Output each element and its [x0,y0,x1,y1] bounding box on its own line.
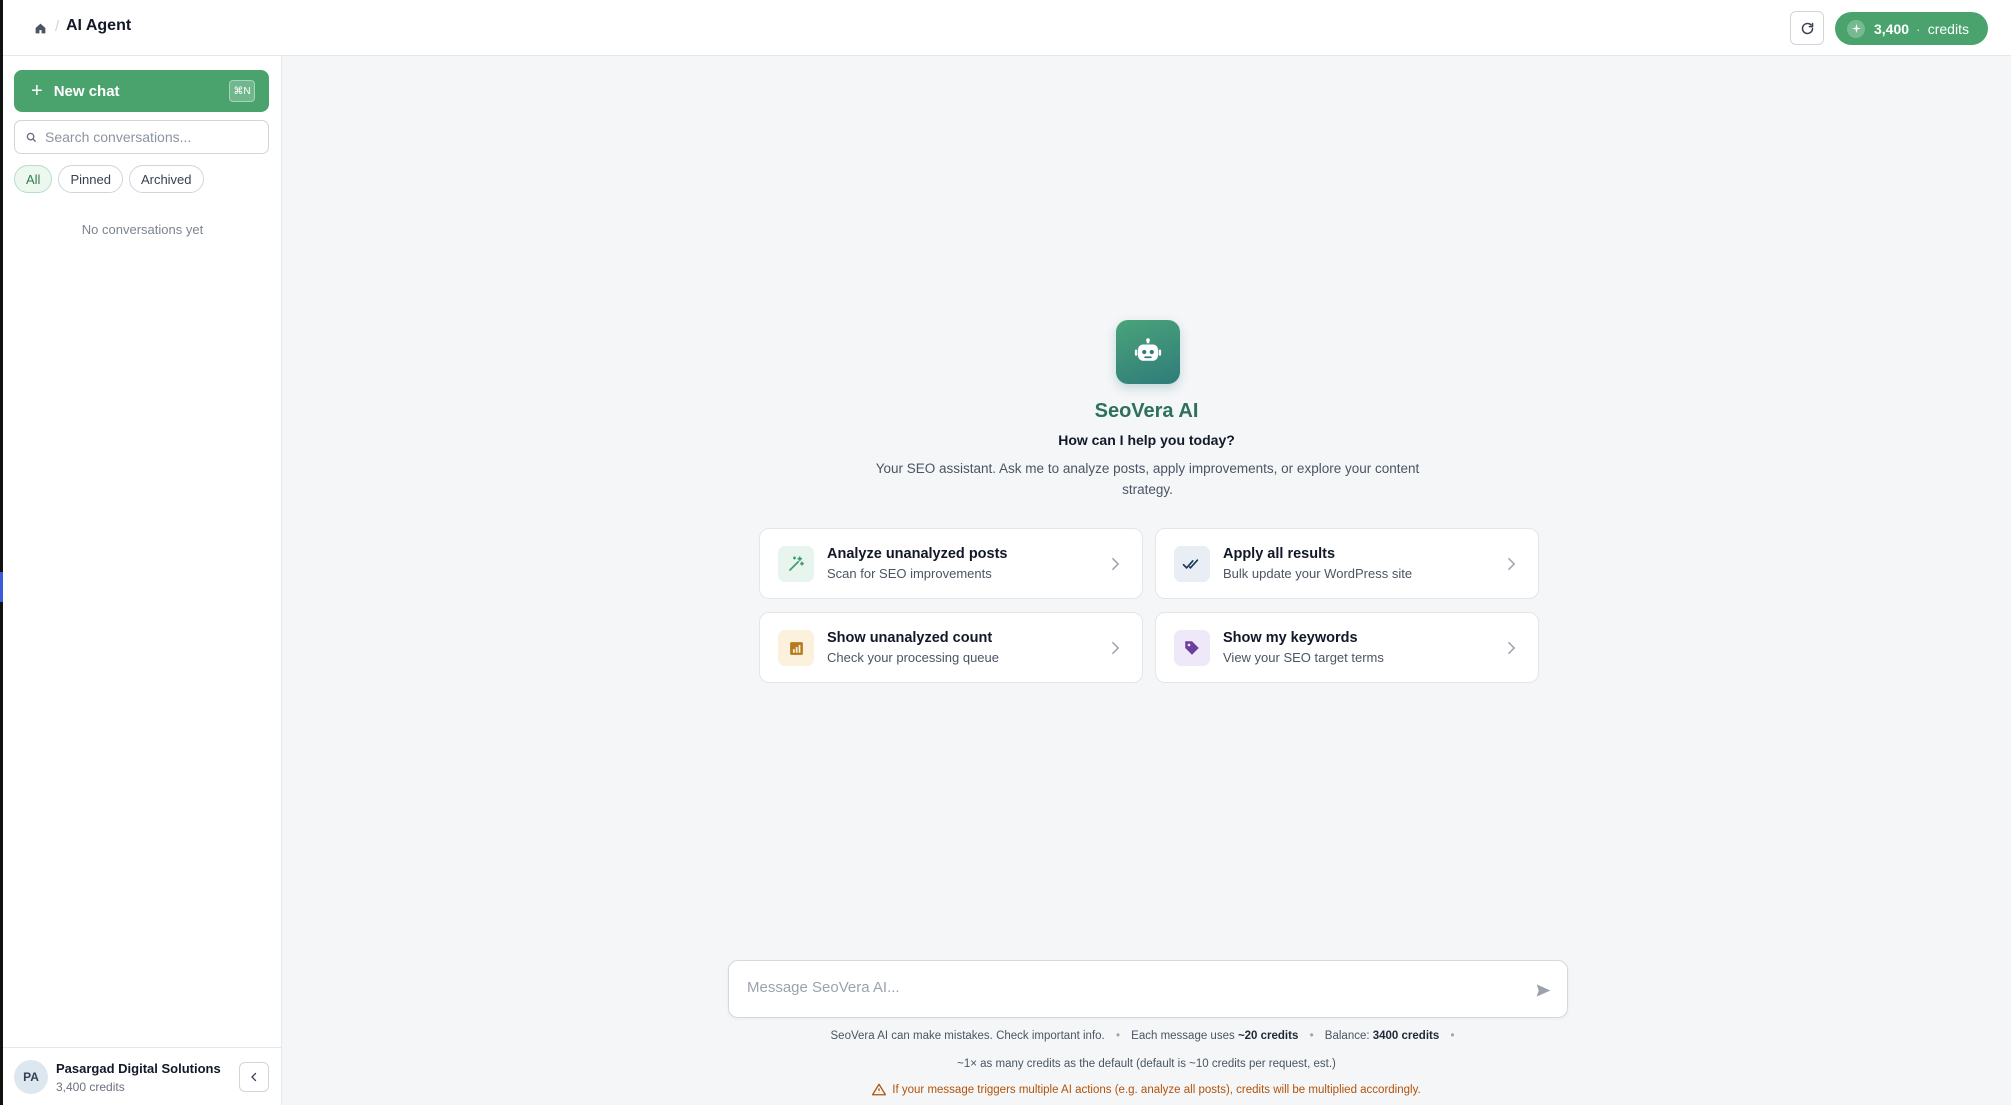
card-title: Analyze unanalyzed posts [827,546,1008,562]
send-button[interactable] [1532,980,1554,1000]
suggestion-card-keywords[interactable]: Show my keywords View your SEO target te… [1155,612,1539,683]
tag-icon [1174,630,1210,666]
card-title: Apply all results [1223,546,1336,562]
credit-warning: If your message triggers multiple AI act… [0,1083,2011,1096]
refresh-icon [1801,22,1813,34]
suggestion-card-analyze[interactable]: Analyze unanalyzed posts Scan for SEO im… [759,528,1143,599]
account-footer: PA Pasargad Digital Solutions 3,400 cred… [3,1047,282,1105]
card-title: Show unanalyzed count [827,630,993,646]
usage-prefix: Each message uses [1131,1030,1238,1042]
multiplier-note: ~1× as many credits as the default (defa… [957,1058,1336,1070]
top-bar: / AI Agent 3,400 · credits [3,0,2011,56]
sidebar: + New chat ⌘N All Pinned Archived No con… [3,56,282,1105]
page-title: AI Agent [66,17,132,34]
credits-separator: · [1916,20,1921,37]
chevron-right-icon [1108,556,1122,572]
help-heading: How can I help you today? [1058,432,1235,448]
chevron-right-icon [1504,556,1518,572]
filter-tabs: All Pinned Archived [14,165,204,193]
card-subtitle: View your SEO target terms [1223,650,1384,665]
card-title: Show my keywords [1223,630,1358,646]
chevron-left-icon [251,1072,257,1082]
shortcut-badge: ⌘N [229,80,255,102]
filter-archived[interactable]: Archived [128,165,204,193]
credits-label: credits [1927,20,1969,37]
balance-prefix: Balance: [1324,1030,1373,1042]
usage-footnote: SeoVera AI can make mistakes. Check impo… [830,1030,1455,1042]
chevron-right-icon [1504,640,1518,656]
filter-pinned[interactable]: Pinned [58,165,123,193]
suggestion-card-apply[interactable]: Apply all results Bulk update your WordP… [1155,528,1539,599]
brand-title: SeoVera AI [1094,400,1199,422]
refresh-button[interactable] [1790,11,1824,45]
warning-text: If your message triggers multiple AI act… [892,1083,1421,1096]
disclaimer-text: SeoVera AI can make mistakes. Check impo… [830,1030,1105,1042]
new-chat-label: New chat [53,82,120,100]
double-check-icon [1174,546,1210,582]
search-icon [26,132,37,142]
message-composer [728,960,1568,1018]
chevron-right-icon [1108,640,1122,656]
search-input[interactable] [45,129,255,145]
balance-value: 3400 credits [1372,1030,1440,1042]
empty-conversations-note: No conversations yet [81,222,204,237]
bot-logo-tile [1116,320,1180,384]
bar-chart-icon [778,630,814,666]
plus-icon: + [31,80,43,102]
card-subtitle: Scan for SEO improvements [827,566,992,581]
sparkle-icon [1847,19,1865,38]
suggestion-card-count[interactable]: Show unanalyzed count Check your process… [759,612,1143,683]
usage-value: ~20 credits [1237,1030,1299,1042]
breadcrumb-separator: / [55,18,60,35]
message-input[interactable] [747,979,1507,996]
help-description: Your SEO assistant. Ask me to analyze po… [875,461,1420,497]
card-subtitle: Check your processing queue [827,650,999,665]
robot-icon [1134,338,1162,361]
card-subtitle: Bulk update your WordPress site [1223,566,1413,581]
new-chat-button[interactable]: + New chat ⌘N [14,70,269,112]
search-box[interactable] [14,120,269,154]
send-icon [1536,983,1550,997]
filter-all[interactable]: All [14,165,53,193]
magic-wand-icon [778,546,814,582]
home-icon[interactable] [31,19,49,37]
credits-amount: 3,400 [1874,20,1910,37]
credits-badge[interactable]: 3,400 · credits [1835,12,1988,45]
warning-icon [872,1083,887,1096]
